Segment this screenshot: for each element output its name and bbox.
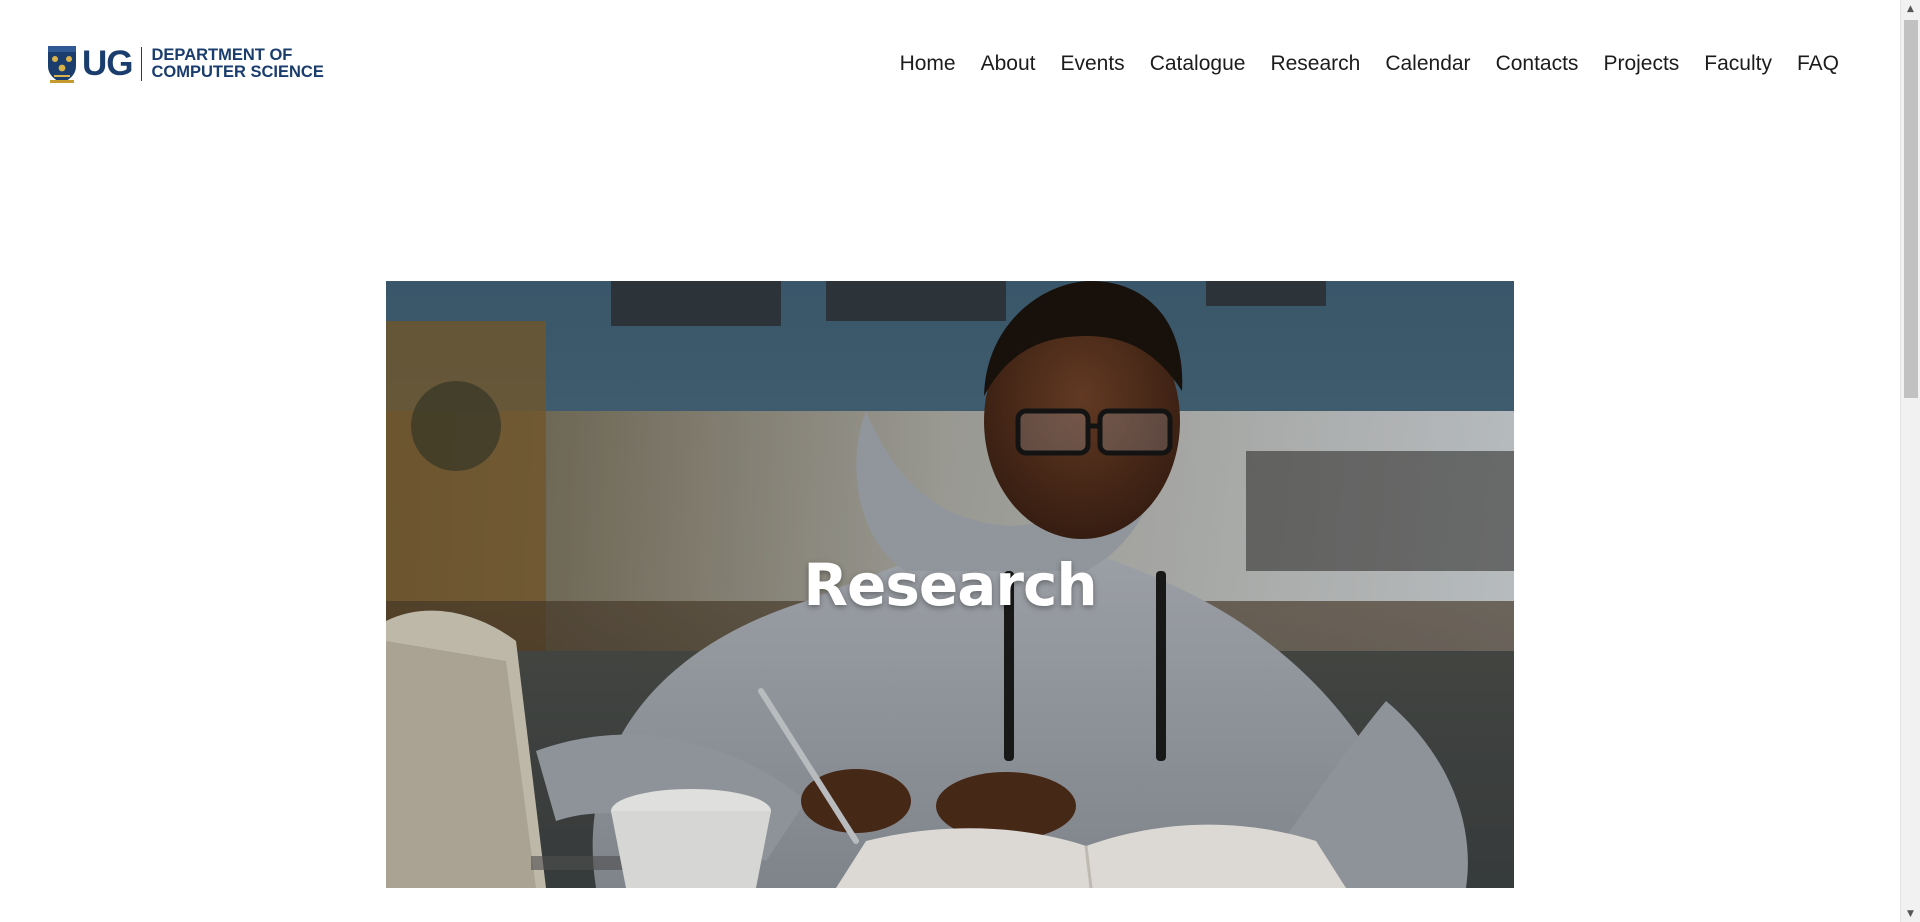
logo-abbreviation: UG [82, 44, 133, 83]
department-name: DEPARTMENT OF COMPUTER SCIENCE [152, 47, 324, 81]
nav-link-home[interactable]: Home [900, 52, 956, 76]
department-name-line2: COMPUTER SCIENCE [151, 63, 324, 81]
nav-link-about[interactable]: About [981, 52, 1036, 76]
scroll-down-arrow-icon[interactable]: ▼ [1901, 905, 1920, 922]
site-logo[interactable]: UG DEPARTMENT OF COMPUTER SCIENCE [46, 44, 324, 84]
nav-link-calendar[interactable]: Calendar [1385, 52, 1470, 76]
university-crest-icon [48, 46, 76, 83]
nav-link-catalogue[interactable]: Catalogue [1150, 52, 1246, 76]
hero-title: Research [803, 551, 1097, 619]
nav-link-research[interactable]: Research [1270, 52, 1360, 76]
nav-link-faculty[interactable]: Faculty [1704, 52, 1772, 76]
nav-link-projects[interactable]: Projects [1603, 52, 1679, 76]
scrollbar-thumb[interactable] [1904, 20, 1918, 398]
department-name-line1: DEPARTMENT OF [151, 46, 293, 64]
main-navigation: Home About Events Catalogue Research Cal… [900, 52, 1839, 76]
nav-link-contacts[interactable]: Contacts [1496, 52, 1579, 76]
nav-link-events[interactable]: Events [1060, 52, 1124, 76]
scroll-up-arrow-icon[interactable]: ▲ [1901, 0, 1920, 17]
hero-banner: Research [386, 281, 1514, 888]
nav-link-faq[interactable]: FAQ [1797, 52, 1839, 76]
logo-divider [140, 47, 142, 81]
page-scrollbar[interactable]: ▲ ▼ [1900, 0, 1920, 922]
